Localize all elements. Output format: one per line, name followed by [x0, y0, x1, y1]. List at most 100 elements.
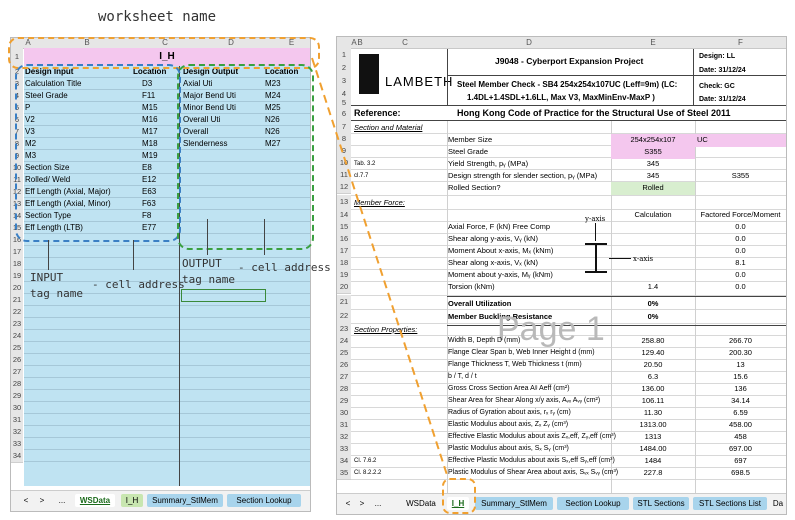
property-value-f[interactable]: 13: [695, 359, 786, 372]
tab-next-button[interactable]: >: [357, 497, 367, 510]
tab-more-button[interactable]: ...: [371, 497, 385, 510]
design-strength-label[interactable]: Design strength for slender section, pᵧ …: [448, 170, 597, 183]
yield-strength-label[interactable]: Yield Strength, pᵧ (MPa): [448, 158, 528, 171]
property-value-f[interactable]: 458.00: [695, 419, 786, 432]
col-header-d[interactable]: D: [447, 37, 612, 49]
design-strength-grade[interactable]: S355: [695, 170, 786, 183]
input-highlight: [15, 64, 181, 242]
output-highlight: [177, 64, 314, 250]
steel-grade-value[interactable]: S355: [611, 146, 695, 159]
tab-wsdata[interactable]: WSData: [75, 494, 115, 507]
property-label[interactable]: Gross Cross Section Area Aᵍ Aeff (cm²): [448, 383, 570, 396]
tab-next-button[interactable]: >: [37, 494, 47, 507]
member-size-value[interactable]: 254x254x107: [611, 134, 695, 147]
tab-more-button[interactable]: ...: [55, 494, 69, 507]
yield-strength-value[interactable]: 345: [611, 158, 695, 171]
property-label[interactable]: Shear Area for Shear Along x/y axis, Aᵥₓ…: [448, 395, 600, 408]
tab-prev-button[interactable]: <: [21, 494, 31, 507]
design-strength-value[interactable]: 345: [611, 170, 695, 183]
reference-value[interactable]: Hong Kong Code of Practice for the Struc…: [457, 107, 731, 120]
grid-line: [24, 449, 310, 450]
property-value-f[interactable]: 697.00: [695, 443, 786, 456]
grid-line: [24, 425, 310, 426]
force-factored[interactable]: 0.0: [695, 221, 786, 234]
property-label[interactable]: Elastic Modulus about axis, Zₓ Zᵧ (cm³): [448, 419, 568, 432]
subtitle-line-2[interactable]: 1.4DL+1.4SDL+1.6LL, Max V3, MaxMinEnv-Ma…: [467, 92, 655, 105]
col-header-c[interactable]: C: [363, 37, 448, 49]
force-label[interactable]: Moment about y-axis, Mᵧ (kNm): [448, 269, 553, 282]
force-factored[interactable]: 0.0: [695, 245, 786, 258]
member-type-value[interactable]: UC: [695, 134, 786, 147]
property-value-f[interactable]: 266.70: [695, 335, 786, 348]
section-sketch-flange-top: [585, 243, 607, 245]
connector-arrow: [311, 57, 449, 479]
selected-cell[interactable]: [181, 289, 266, 302]
property-label[interactable]: Plastic Modulus about axis, Sₓ Sᵧ (cm³): [448, 443, 569, 456]
property-value-f[interactable]: 15.6: [695, 371, 786, 384]
force-label[interactable]: Shear along x-axis, Vₓ (kN): [448, 257, 538, 270]
grid-line: [24, 257, 310, 258]
tab-prev-button[interactable]: <: [343, 497, 353, 510]
tab-wsdata[interactable]: WSData: [401, 497, 441, 510]
property-value-f[interactable]: 200.30: [695, 347, 786, 360]
property-value-f[interactable]: 6.59: [695, 407, 786, 420]
project-title[interactable]: J9048 - Cyberport Expansion Project: [495, 55, 643, 68]
property-value-e[interactable]: 106.11: [611, 395, 695, 408]
tab-summary-stlmem[interactable]: Summary_StlMem: [147, 494, 223, 507]
force-label[interactable]: Moment About x-axis, Mₓ (kNm): [448, 245, 553, 258]
property-value-e[interactable]: 1313.00: [611, 419, 695, 432]
property-value-e[interactable]: 227.8: [611, 467, 695, 480]
property-value-f[interactable]: 136: [695, 383, 786, 396]
property-value-f[interactable]: 458: [695, 431, 786, 444]
force-label[interactable]: Shear along y-axis, Vᵧ (kN): [448, 233, 538, 246]
grid-line: [24, 401, 310, 402]
row-number[interactable]: 34: [11, 450, 23, 463]
tab-da[interactable]: Da: [771, 497, 785, 510]
property-value-e[interactable]: 11.30: [611, 407, 695, 420]
factored-header[interactable]: Factored Force/Moment: [695, 209, 786, 222]
property-value-e[interactable]: 6.3: [611, 371, 695, 384]
force-factored[interactable]: 0.0: [695, 269, 786, 282]
force-factored[interactable]: 0.0: [695, 233, 786, 246]
property-value-e[interactable]: 1484.00: [611, 443, 695, 456]
property-value-e[interactable]: 258.80: [611, 335, 695, 348]
subtitle-line-1[interactable]: Steel Member Check - SB4 254x254x107UC (…: [457, 79, 677, 92]
grid-line: [24, 389, 310, 390]
property-value-f[interactable]: 34.14: [695, 395, 786, 408]
property-label[interactable]: Effective Elastic Modulus about axis Zₓ,…: [448, 431, 616, 444]
property-value-e[interactable]: 136.00: [611, 383, 695, 396]
tab-stl-sections[interactable]: STL Sections: [633, 497, 689, 510]
x-axis-arrow: [609, 258, 631, 259]
tab-summary-stlmem[interactable]: Summary_StlMem: [475, 497, 553, 510]
property-value-e[interactable]: 1484: [611, 455, 695, 468]
property-value-e[interactable]: 20.50: [611, 359, 695, 372]
property-label[interactable]: Radius of Gyration about axis, rₓ rᵧ (cm…: [448, 407, 571, 420]
output-tag-annotation: OUTPUT tag name: [182, 257, 235, 286]
force-calculation[interactable]: 1.4: [611, 281, 695, 294]
col-header-f[interactable]: F: [695, 37, 786, 49]
property-value-e[interactable]: 1313: [611, 431, 695, 444]
tab-i-h[interactable]: I_H: [121, 494, 143, 507]
force-factored[interactable]: 8.1: [695, 257, 786, 270]
property-value-f[interactable]: 698.5: [695, 467, 786, 480]
section-sketch-web: [595, 243, 597, 273]
design-by[interactable]: Design: LL: [699, 51, 735, 64]
tab-section-lookup[interactable]: Section Lookup: [227, 494, 301, 507]
calculation-header[interactable]: Calculation: [611, 209, 695, 222]
cell-address-pointer-line-2: [264, 219, 265, 255]
force-label[interactable]: Axial Force, F (kN) Free Comp: [448, 221, 550, 234]
property-value-e[interactable]: 129.40: [611, 347, 695, 360]
check-by[interactable]: Check: GC: [699, 81, 735, 94]
property-label[interactable]: Flange Clear Span b, Web Inner Height d …: [448, 347, 595, 360]
property-label[interactable]: Flange Thickness T, Web Thickness t (mm): [448, 359, 582, 372]
tab-stl-sections-list[interactable]: STL Sections List: [693, 497, 767, 510]
property-label[interactable]: Plastic Modulus of Shear Area about axis…: [448, 467, 618, 480]
input-pointer-line: [48, 240, 49, 270]
property-label[interactable]: Effective Plastic Modulus about axis Sₓ,…: [448, 455, 615, 468]
tab-section-lookup[interactable]: Section Lookup: [557, 497, 629, 510]
rolled-section-value[interactable]: Rolled: [611, 182, 695, 195]
col-header-e[interactable]: E: [611, 37, 696, 49]
property-value-f[interactable]: 697: [695, 455, 786, 468]
grid-line: [24, 377, 310, 378]
force-factored[interactable]: 0.0: [695, 281, 786, 294]
